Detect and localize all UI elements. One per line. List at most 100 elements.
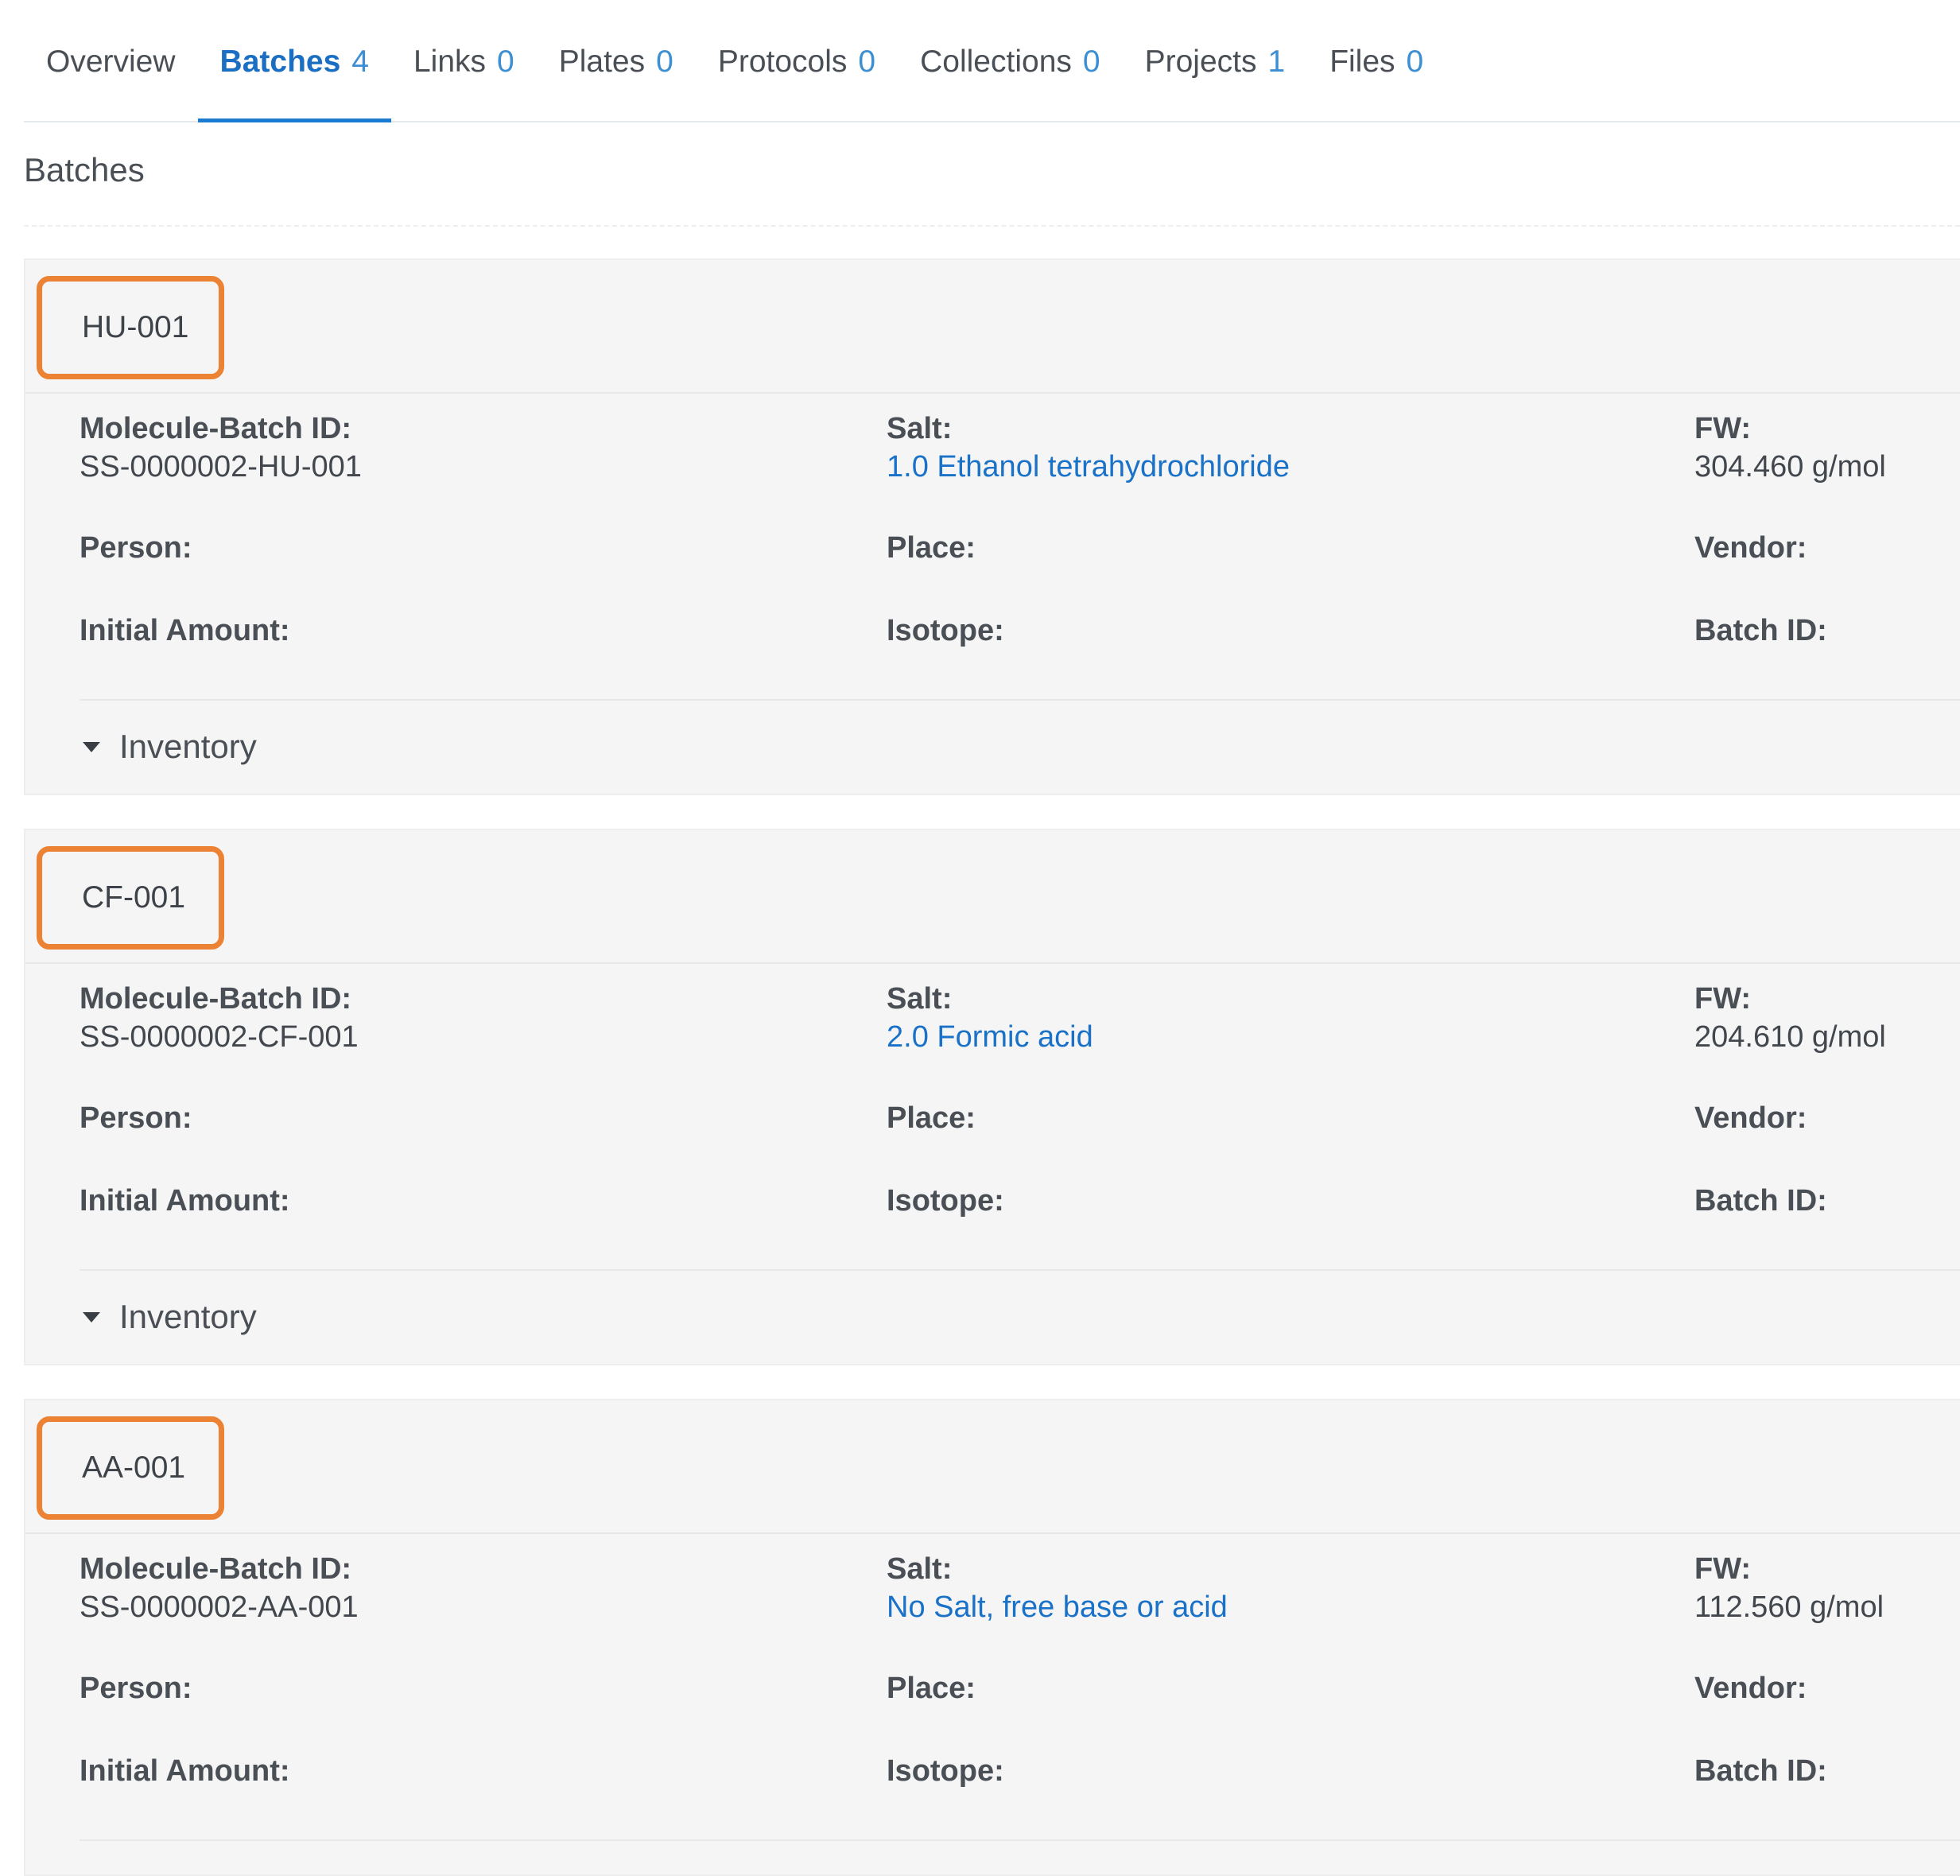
tab-files[interactable]: Files 0: [1307, 0, 1446, 121]
fw-field: FW: 112.560 g/mol: [1694, 1550, 1884, 1626]
field-label: Person:: [80, 531, 192, 565]
field-label: Person:: [80, 1101, 192, 1135]
tab-count: 4: [351, 45, 369, 79]
tab-links[interactable]: Links 0: [391, 0, 537, 121]
field-label: Isotope:: [887, 614, 1004, 647]
field-label: Place:: [887, 1101, 976, 1135]
place-field: Place:: [887, 1669, 976, 1707]
field-label: Vendor:: [1694, 1101, 1807, 1135]
field-label: FW:: [1694, 982, 1752, 1016]
field-label: Initial Amount:: [80, 1184, 290, 1218]
batch-id-field: Batch ID:: [1694, 612, 1827, 650]
salt-link[interactable]: 1.0 Ethanol tetrahydrochloride: [887, 448, 1290, 486]
tab-batches[interactable]: Batches 4: [197, 0, 392, 122]
field-label: Person:: [80, 1672, 192, 1705]
batch-card-header: AA-001: [25, 1400, 1960, 1534]
tab-label: Protocols: [717, 45, 848, 79]
molecule-batch-id-field: Molecule-Batch ID: SS-0000002-AA-001: [80, 1550, 359, 1626]
molecule-batch-id-field: Molecule-Batch ID: SS-0000002-HU-001: [80, 410, 362, 486]
tab-collections[interactable]: Collections 0: [898, 0, 1122, 121]
field-label: Batch ID:: [1694, 1184, 1827, 1218]
field-label: Vendor:: [1694, 531, 1807, 565]
field-label: Batch ID:: [1694, 1754, 1827, 1788]
inventory-divider: [80, 1269, 1960, 1271]
field-label: Initial Amount:: [80, 614, 290, 647]
field-label: FW:: [1694, 412, 1752, 445]
vendor-field: Vendor:: [1694, 1669, 1807, 1707]
batch-name: CF-001: [37, 846, 224, 950]
tab-count: 0: [656, 45, 673, 79]
tab-count: 1: [1267, 45, 1286, 79]
fw-field: FW: 204.610 g/mol: [1694, 980, 1886, 1056]
inventory-divider: [80, 1839, 1960, 1841]
salt-field: Salt: 2.0 Formic acid: [887, 980, 1093, 1056]
molecule-batch-id-value: SS-0000002-AA-001: [80, 1591, 359, 1624]
inventory-divider: [80, 699, 1960, 701]
batch-id-field: Batch ID:: [1694, 1752, 1827, 1790]
molecule-batch-id-value: SS-0000002-HU-001: [80, 450, 362, 484]
salt-field: Salt: No Salt, free base or acid: [887, 1550, 1228, 1626]
molecule-batch-id-value: SS-0000002-CF-001: [80, 1020, 359, 1054]
initial-amount-field: Initial Amount:: [80, 1752, 290, 1790]
batch-name-label: AA-001: [82, 1451, 186, 1485]
field-label: Batch ID:: [1694, 614, 1827, 647]
field-label: Place:: [887, 1672, 976, 1705]
salt-link[interactable]: 2.0 Formic acid: [887, 1018, 1093, 1056]
tab-overview[interactable]: Overview: [24, 0, 198, 121]
person-field: Person:: [80, 1099, 192, 1137]
initial-amount-field: Initial Amount:: [80, 1182, 290, 1220]
inventory-toggle[interactable]: Inventory: [83, 728, 257, 766]
tab-label: Plates: [558, 45, 646, 79]
batch-card-header: HU-001: [25, 260, 1960, 394]
person-field: Person:: [80, 529, 192, 567]
tab-label: Batches: [219, 45, 341, 79]
field-label: Vendor:: [1694, 1672, 1807, 1705]
batch-name-label: HU-001: [82, 310, 189, 344]
tab-label: Links: [413, 45, 487, 79]
batch-card-header: CF-001: [25, 830, 1960, 964]
batch-name: AA-001: [37, 1416, 224, 1520]
salt-link[interactable]: No Salt, free base or acid: [887, 1588, 1228, 1626]
field-label: FW:: [1694, 1552, 1752, 1586]
tab-protocols[interactable]: Protocols 0: [696, 0, 898, 121]
tab-count: 0: [497, 45, 514, 79]
field-label: Isotope:: [887, 1754, 1004, 1788]
inventory-toggle[interactable]: Inventory: [83, 1298, 257, 1336]
inventory-label: Inventory: [119, 728, 257, 765]
tab-label: Files: [1329, 45, 1395, 79]
tab-label: Collections: [920, 45, 1072, 79]
tab-label: Projects: [1144, 45, 1257, 79]
tab-projects[interactable]: Projects 1: [1123, 0, 1308, 121]
vendor-field: Vendor:: [1694, 1099, 1807, 1137]
section-title: Batches: [24, 151, 145, 188]
fw-value: 204.610 g/mol: [1694, 1020, 1886, 1054]
field-label: Salt:: [887, 982, 953, 1016]
fw-value: 112.560 g/mol: [1694, 1591, 1884, 1624]
batch-card: HU-001 Molecule-Batch ID: SS-0000002-HU-…: [24, 258, 1960, 795]
batch-name: HU-001: [37, 276, 224, 379]
tab-count: 0: [1082, 45, 1100, 79]
isotope-field: Isotope:: [887, 1752, 1004, 1790]
tab-count: 0: [1406, 45, 1424, 79]
initial-amount-field: Initial Amount:: [80, 612, 290, 650]
isotope-field: Isotope:: [887, 1182, 1004, 1220]
inventory-label: Inventory: [119, 1298, 257, 1335]
field-label: Place:: [887, 531, 976, 565]
section-divider: [24, 225, 1960, 227]
batch-card: CF-001 Molecule-Batch ID: SS-0000002-CF-…: [24, 829, 1960, 1365]
batch-card: AA-001 Molecule-Batch ID: SS-0000002-AA-…: [24, 1399, 1960, 1876]
batch-name-label: CF-001: [82, 880, 186, 915]
vendor-field: Vendor:: [1694, 529, 1807, 567]
field-label: Salt:: [887, 412, 953, 445]
tab-plates[interactable]: Plates 0: [537, 0, 696, 121]
salt-field: Salt: 1.0 Ethanol tetrahydrochloride: [887, 410, 1290, 486]
place-field: Place:: [887, 529, 976, 567]
field-label: Initial Amount:: [80, 1754, 290, 1788]
caret-down-icon: [83, 741, 100, 752]
tab-bar: Overview Batches 4 Links 0 Plates 0 Prot…: [24, 0, 1960, 122]
person-field: Person:: [80, 1669, 192, 1707]
field-label: Molecule-Batch ID:: [80, 1552, 352, 1586]
fw-value: 304.460 g/mol: [1694, 450, 1886, 484]
caret-down-icon: [83, 1311, 100, 1323]
field-label: Salt:: [887, 1552, 953, 1586]
